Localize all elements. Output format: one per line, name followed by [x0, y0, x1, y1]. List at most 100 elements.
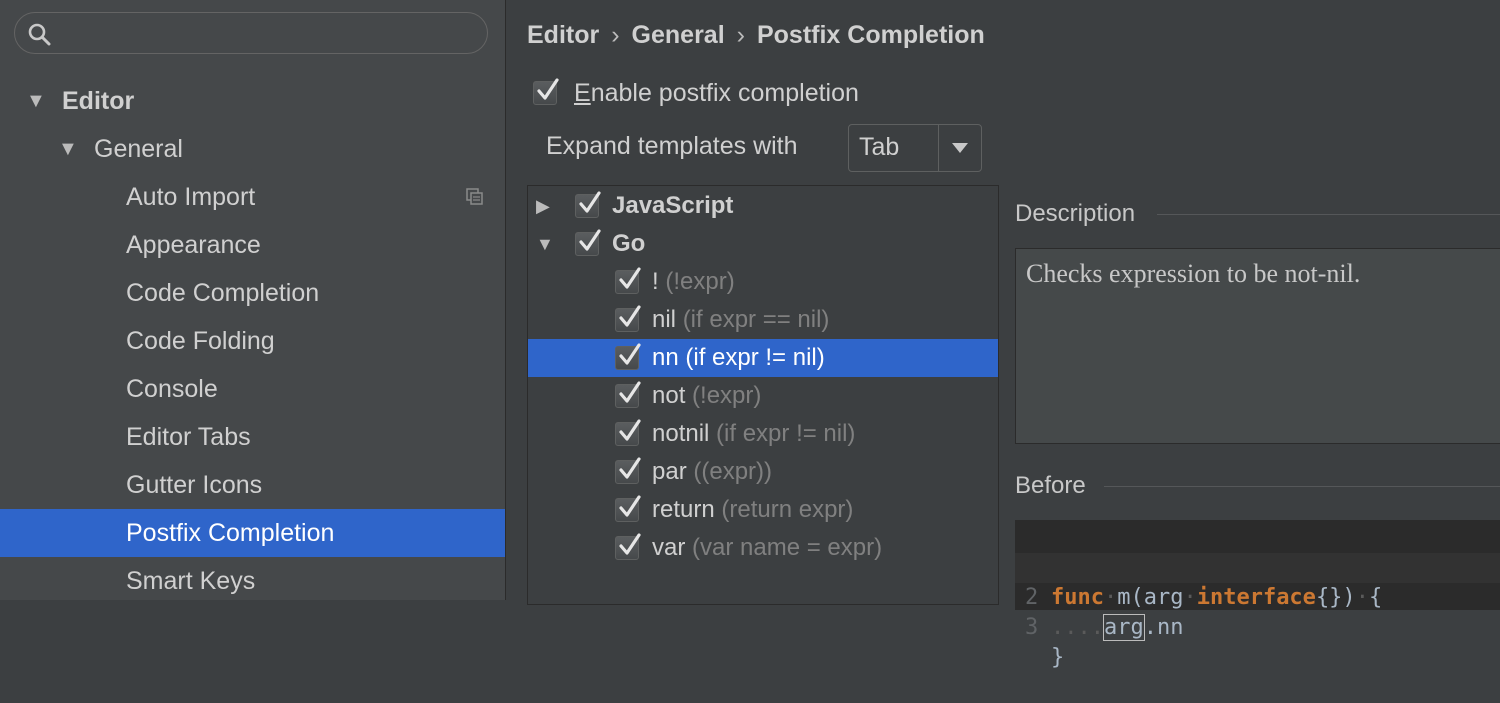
template-checkbox[interactable]	[615, 305, 641, 332]
sidebar-item-appearance[interactable]: Appearance	[0, 221, 505, 269]
sidebar-item-auto-import[interactable]: Auto Import	[0, 173, 505, 221]
dropdown-value: Tab	[859, 133, 900, 161]
checkmark-icon	[619, 343, 641, 365]
chevron-down-icon[interactable]: ▼	[536, 225, 554, 263]
search-icon	[28, 23, 51, 46]
sidebar-item-label: Appearance	[126, 231, 261, 259]
sidebar-item-label: Gutter Icons	[126, 471, 263, 499]
checkmark-icon	[619, 381, 641, 403]
sidebar-item-code-folding[interactable]: Code Folding	[0, 317, 505, 365]
group-name: Go	[612, 230, 646, 257]
template-item[interactable]: par ((expr))	[528, 453, 998, 491]
before-code-preview: 1 func·m(arg·interface{})·{ 2 ....arg.nn…	[1015, 520, 1500, 670]
divider	[1104, 486, 1500, 487]
code-text-highlighted: arg	[1102, 614, 1145, 641]
template-key: return	[652, 496, 715, 523]
settings-sidebar: ▼ Editor ▼ General Auto Import Appearanc…	[0, 0, 506, 600]
template-item[interactable]: ! (!expr)	[528, 263, 998, 301]
template-checkbox[interactable]	[615, 267, 641, 294]
sidebar-item-gutter-icons[interactable]: Gutter Icons	[0, 461, 505, 509]
divider	[1157, 214, 1500, 215]
template-key: par	[652, 458, 687, 485]
template-item[interactable]: var (var name = expr)	[528, 529, 998, 567]
code-line: 1 func·m(arg·interface{})·{	[1015, 523, 1500, 610]
template-key: !	[652, 268, 659, 295]
before-title: Before	[1015, 472, 1086, 499]
template-group-go[interactable]: ▼ Go	[528, 225, 998, 263]
template-checkbox[interactable]	[615, 495, 641, 522]
description-panel: Checks expression to be not-nil.	[1015, 248, 1500, 444]
code-text: }	[1051, 645, 1065, 670]
sidebar-item-smart-keys[interactable]: Smart Keys	[0, 557, 505, 605]
group-checkbox[interactable]	[575, 229, 601, 256]
template-hint: (!expr)	[665, 268, 735, 295]
checkmark-icon	[619, 533, 641, 555]
template-hint: ((expr))	[693, 458, 773, 485]
template-key: nn	[652, 344, 679, 371]
sidebar-item-label: Smart Keys	[126, 567, 256, 595]
breadcrumb-separator: ›	[736, 21, 745, 49]
line-number: 3	[1025, 615, 1039, 640]
code-text: .nn	[1143, 615, 1184, 640]
search-box[interactable]	[14, 12, 488, 54]
template-item[interactable]: nil (if expr == nil)	[528, 301, 998, 339]
chevron-right-icon[interactable]: ▶	[536, 187, 550, 225]
sidebar-item-general[interactable]: ▼ General	[0, 125, 505, 173]
expand-templates-label: Expand templates with	[546, 132, 798, 160]
template-item-selected[interactable]: nn (if expr != nil)	[528, 339, 998, 377]
template-hint: (if expr != nil)	[685, 344, 825, 371]
checkmark-icon	[579, 191, 601, 213]
sidebar-item-label: Editor Tabs	[126, 423, 251, 451]
template-key: not	[652, 382, 686, 409]
expand-key-dropdown[interactable]: Tab	[848, 124, 982, 172]
sidebar-item-label: Console	[126, 375, 218, 403]
template-item[interactable]: notnil (if expr != nil)	[528, 415, 998, 453]
sidebar-item-postfix-completion[interactable]: Postfix Completion	[0, 509, 505, 557]
template-group-javascript[interactable]: ▶ JavaScript	[528, 187, 998, 225]
template-checkbox[interactable]	[615, 533, 641, 560]
dropdown-divider	[938, 125, 939, 171]
copy-settings-icon	[466, 188, 483, 205]
sidebar-item-editor[interactable]: ▼ Editor	[0, 77, 505, 125]
checkmark-icon	[579, 229, 601, 251]
chevron-down-icon	[952, 143, 968, 153]
description-text: Checks expression to be not-nil.	[1026, 259, 1361, 288]
sidebar-item-code-completion[interactable]: Code Completion	[0, 269, 505, 317]
template-checkbox[interactable]	[615, 457, 641, 484]
sidebar-item-label: Code Completion	[126, 279, 320, 307]
enable-postfix-label: Enable postfix completion	[574, 79, 859, 107]
enable-postfix-checkbox[interactable]	[533, 78, 559, 105]
code-line: 2 ....arg.nn	[1015, 553, 1500, 641]
chevron-down-icon[interactable]: ▼	[26, 77, 46, 125]
sidebar-item-editor-tabs[interactable]: Editor Tabs	[0, 413, 505, 461]
template-checkbox[interactable]	[615, 419, 641, 446]
group-name: JavaScript	[612, 192, 734, 219]
breadcrumb-item[interactable]: Editor	[527, 21, 599, 49]
checkmark-icon	[619, 267, 641, 289]
code-line: 3 }	[1015, 583, 1500, 670]
sidebar-item-label: Editor	[62, 87, 135, 115]
checkmark-icon	[619, 419, 641, 441]
group-checkbox[interactable]	[575, 191, 601, 218]
sidebar-item-console[interactable]: Console	[0, 365, 505, 413]
chevron-down-icon[interactable]: ▼	[58, 125, 78, 173]
checkmark-icon	[619, 495, 641, 517]
template-item[interactable]: return (return expr)	[528, 491, 998, 529]
template-hint: (var name = expr)	[692, 534, 883, 561]
breadcrumb-item-current: Postfix Completion	[756, 21, 985, 49]
template-hint: (!expr)	[692, 382, 762, 409]
breadcrumb-item[interactable]: General	[632, 21, 725, 49]
sidebar-item-label: Postfix Completion	[126, 519, 335, 547]
checkmark-icon	[619, 305, 641, 327]
breadcrumb: Editor › General › Postfix Completion	[527, 14, 985, 56]
search-input[interactable]	[61, 19, 475, 49]
breadcrumb-separator: ›	[611, 21, 620, 49]
template-item[interactable]: not (!expr)	[528, 377, 998, 415]
template-key: nil	[652, 306, 677, 333]
checkmark-icon	[537, 78, 559, 100]
template-checkbox[interactable]	[615, 343, 641, 370]
sidebar-item-label: General	[94, 135, 183, 163]
template-key: var	[652, 534, 686, 561]
sidebar-item-label: Auto Import	[126, 183, 256, 211]
template-checkbox[interactable]	[615, 381, 641, 408]
